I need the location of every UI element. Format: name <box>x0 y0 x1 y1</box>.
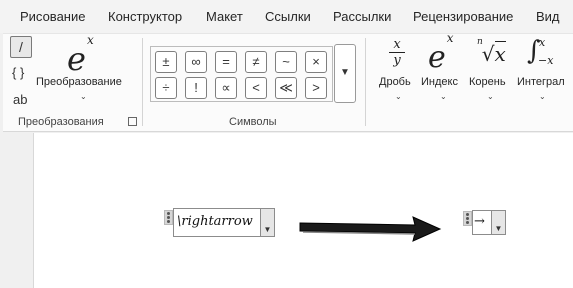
symbol-plus-minus[interactable]: ± <box>155 51 177 73</box>
script-icon: ex <box>428 31 454 75</box>
chevron-down-icon: ▼ <box>263 225 272 234</box>
braces-button[interactable]: { } <box>12 65 24 80</box>
symbol-infinity[interactable]: ∞ <box>185 51 207 73</box>
chevron-down-icon: ▼ <box>494 224 503 233</box>
symbol-equals[interactable]: = <box>215 51 237 73</box>
equation-drag-handle[interactable] <box>164 210 173 225</box>
symbol-less-than[interactable]: < <box>245 77 267 99</box>
integral-label: Интеграл <box>517 76 565 88</box>
tab-design[interactable]: Конструктор <box>108 9 182 24</box>
fraction-label: Дробь <box>379 76 411 88</box>
more-icon: ▼ <box>340 67 350 78</box>
group-label-symbols: Символы <box>229 116 277 128</box>
tab-draw[interactable]: Рисование <box>20 9 85 24</box>
symbol-much-less-than[interactable]: ≪ <box>275 77 297 99</box>
chevron-down-icon: ⌄ <box>539 92 546 101</box>
equation-drag-handle[interactable] <box>463 211 472 226</box>
transition-arrow-icon <box>299 216 442 242</box>
symbol-not-equal[interactable]: ≠ <box>245 51 267 73</box>
linear-format-button[interactable]: / <box>10 36 32 58</box>
group-separator <box>142 38 143 126</box>
symbol-proportional[interactable]: ∝ <box>215 77 237 99</box>
integral-upper-limit-icon: x <box>539 36 546 49</box>
equation-input-text: \rightarrow <box>177 214 253 229</box>
chevron-down-icon: ⌄ <box>487 92 494 101</box>
convert-label: Преобразование <box>36 76 122 88</box>
chevron-down-icon: ⌄ <box>440 92 447 101</box>
group-separator <box>365 38 366 126</box>
radical-label: Корень <box>469 76 506 88</box>
symbol-tilde[interactable]: ~ <box>275 51 297 73</box>
symbol-factorial[interactable]: ! <box>185 77 207 99</box>
convert-icon: ex <box>67 33 94 78</box>
script-label: Индекс <box>421 76 458 88</box>
text-mode-button[interactable]: ab <box>13 92 27 107</box>
dialog-launcher-icon[interactable] <box>128 117 137 126</box>
symbol-divide[interactable]: ÷ <box>155 77 177 99</box>
radical-icon: n√x <box>477 37 506 66</box>
group-label-conversions: Преобразования <box>18 116 104 128</box>
ribbon-tab-bar: Рисование Конструктор Макет Ссылки Рассы… <box>0 0 573 33</box>
gallery-more-button[interactable]: ▼ <box>334 44 356 103</box>
tab-mailings[interactable]: Рассылки <box>333 9 391 24</box>
symbol-times[interactable]: × <box>305 51 327 73</box>
equation-result-text: → <box>474 214 485 229</box>
tab-review[interactable]: Рецензирование <box>413 9 513 24</box>
tab-view[interactable]: Вид <box>536 9 560 24</box>
symbols-gallery: ± ∞ = ≠ ~ × ÷ ! ∝ < ≪ > <box>150 46 333 102</box>
equation-result-box[interactable]: → <box>472 210 492 235</box>
tab-references[interactable]: Ссылки <box>265 9 311 24</box>
equation-options-button[interactable]: ▼ <box>261 208 275 237</box>
equation-input-box[interactable]: \rightarrow <box>173 208 261 237</box>
chevron-down-icon: ⌄ <box>80 92 87 101</box>
symbol-greater-than[interactable]: > <box>305 77 327 99</box>
chevron-down-icon: ⌄ <box>395 92 402 101</box>
equation-options-button[interactable]: ▼ <box>492 210 506 235</box>
tab-layout[interactable]: Макет <box>206 9 243 24</box>
fraction-icon: xy <box>389 38 405 67</box>
integral-lower-limit-icon: −x <box>538 54 554 67</box>
linear-format-label: / <box>19 39 23 55</box>
